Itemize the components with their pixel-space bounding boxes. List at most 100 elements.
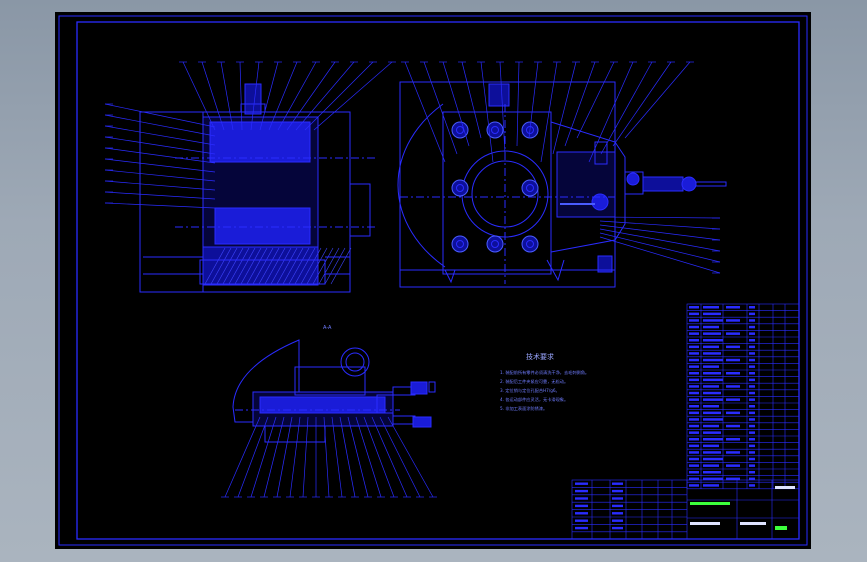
leader-line [104,136,216,155]
bom-cell-text [749,451,755,454]
bom-cell-text [749,372,755,375]
bom-cell-text [749,464,755,467]
titleblock-label-text [575,489,588,493]
bom-cell-text [703,372,721,375]
titleblock-label-text [612,512,623,515]
bom-cell-text [749,398,755,401]
leader-line [304,61,374,131]
bom-cell-text [726,424,740,428]
bom-cell-text [689,457,699,461]
tech-title: 技术要求 [526,352,554,361]
bom-cell-text [689,352,699,355]
bom-cell-text [689,438,699,441]
bolt-hole [521,235,539,253]
bom-cell-text [689,444,699,448]
bom-cell-text [749,378,755,382]
titleblock-school-text [775,486,795,489]
bom-cell-text [689,431,699,434]
bill-of-materials-table [686,303,800,490]
bom-cell-text [703,405,719,408]
leader-line [104,191,216,200]
bom-cell-text [726,451,740,454]
titleblock-mark [775,526,787,530]
leader-line [599,216,721,219]
bom-cell-text [689,378,699,382]
bom-cell-text [703,339,723,342]
bom-cell-text [726,332,740,335]
bom-cell-text [726,411,740,415]
bom-cell-text [703,319,723,322]
tech-requirements: 技术要求 1. 装配前所有零件必须清洗干净，去毛刺倒角。 2. 装配后工件夹紧应… [500,352,589,412]
leader-line [552,61,577,155]
titleblock-label-text [575,482,588,485]
titleblock-label-text [612,482,623,485]
bom-cell-text [749,424,755,428]
tech-notes: 1. 装配前所有零件必须清洗干净，去毛刺倒角。 2. 装配后工件夹紧应可靠，无松… [500,369,589,412]
bom-cell-text [703,411,721,415]
titleblock-label-text [575,512,588,515]
tech-note-1: 1. 装配前所有零件必须清洗干净，去毛刺倒角。 [500,369,589,376]
cad-viewport[interactable]: 技术要求 1. 装配前所有零件必须清洗干净，去毛刺倒角。 2. 装配后工件夹紧应… [55,12,811,549]
bom-cell-text [703,471,721,474]
bom-cell-text [749,471,755,474]
bom-cell-text [749,352,755,355]
leader-line [347,416,369,498]
leader-line [599,220,721,230]
bom-cell-text [689,391,699,395]
bom-cell-text [749,438,755,441]
bom-cell-text [749,457,755,461]
leader-line [104,180,216,191]
bom-cell-text [749,312,755,316]
titleblock-label-text [575,526,588,530]
bom-cell-text [703,312,721,316]
leader-line [323,416,330,498]
bom-cell-text [703,457,723,461]
top-view [232,339,436,443]
bom-cell-text [689,451,699,454]
bom-cell-text [703,431,721,434]
bom-cell-text [703,484,719,487]
hatch-line [324,247,346,285]
bom-cell-text [689,325,699,329]
callout-leaders [104,61,721,498]
bom-cell-text [689,332,699,335]
bom-cell-text [749,484,755,487]
bom-cell-text [689,424,699,428]
bolt-hole [451,235,469,253]
bom-cell-text [726,358,740,362]
hatch-line [318,247,340,285]
bom-cell-text [703,358,723,362]
bom-cell-text [749,365,755,368]
leader-line [104,202,216,209]
bom-cell-text [689,358,699,362]
bom-cell-text [749,405,755,408]
bom-cell-text [689,484,699,487]
titleblock-sheet-text [740,522,766,525]
leader-line [339,416,356,498]
titleblock-label-text [575,497,588,500]
titleblock-label-text [612,489,623,493]
titleblock-label-text [575,519,588,522]
leader-line [576,61,615,139]
leader-line [379,416,421,498]
leader-line [588,61,634,163]
bom-cell-text [749,418,755,421]
leader-line [295,61,355,131]
bom-cell-text [703,332,721,335]
leader-line [276,416,293,498]
tech-note-5: 5. 非加工表面涂防锈漆。 [500,405,547,412]
titleblock-label-text [612,504,623,508]
leader-line [182,61,216,131]
leader-line [624,61,691,139]
bom-cell-text [689,411,699,415]
bom-cell-text [703,378,723,382]
titleblock-label-text [575,504,588,508]
bom-cell-text [726,372,740,375]
inner-border [76,21,800,540]
leader-line [289,416,301,498]
leader-line [313,61,393,131]
bom-cell-text [689,405,699,408]
bom-cell-text [689,385,699,388]
assembly-drawing: 技术要求 1. 装配前所有零件必须清洗干净，去毛刺倒角。 2. 装配后工件夹紧应… [58,15,808,546]
bom-cell-text [749,345,755,349]
